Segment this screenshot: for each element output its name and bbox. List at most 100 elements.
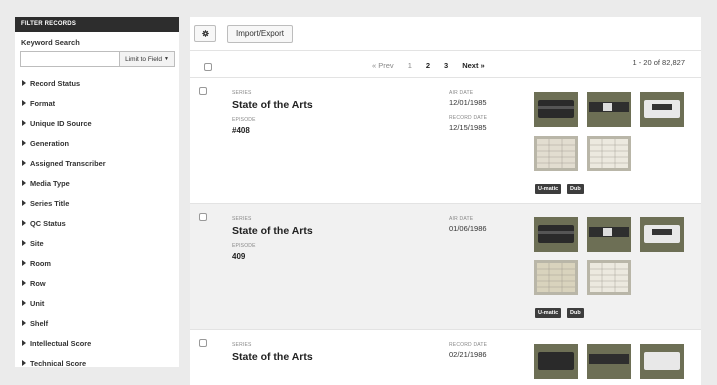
facet-format[interactable]: Format: [15, 93, 179, 113]
expand-triangle-icon: [22, 260, 26, 266]
format-tag[interactable]: U-matic: [535, 184, 562, 194]
series-title[interactable]: State of the Arts: [232, 225, 313, 237]
record-date-value: 02/21/1986: [449, 350, 487, 359]
facet-qc-status[interactable]: QC Status: [15, 213, 179, 233]
facet-list: Record Status Format Unique ID Source Ge…: [15, 73, 179, 367]
facet-label: Unit: [30, 298, 45, 308]
filter-header: FILTER RECORDS: [15, 17, 179, 32]
record-dates: AIR DATE 01/06/1986: [449, 216, 487, 233]
series-title[interactable]: State of the Arts: [232, 99, 313, 111]
record-row[interactable]: SERIES State of the Arts EPISODE #408 AI…: [190, 78, 701, 204]
pagination: « Prev 1 2 3 Next »: [372, 61, 499, 70]
thumbnail-image[interactable]: [534, 136, 578, 171]
facet-label: Technical Score: [30, 358, 87, 368]
facet-media-type[interactable]: Media Type: [15, 173, 179, 193]
facet-label: Row: [30, 278, 46, 288]
facet-generation[interactable]: Generation: [15, 133, 179, 153]
thumbnail-image[interactable]: [587, 217, 631, 252]
record-checkbox[interactable]: [199, 87, 207, 95]
air-date-value: 01/06/1986: [449, 224, 487, 233]
air-date-value: 12/01/1985: [449, 98, 487, 107]
facet-site[interactable]: Site: [15, 233, 179, 253]
thumbnail-image[interactable]: [640, 344, 684, 379]
facet-record-status[interactable]: Record Status: [15, 73, 179, 93]
episode-caption: EPISODE: [232, 117, 256, 123]
record-row[interactable]: SERIES State of the Arts EPISODE 409 AIR…: [190, 204, 701, 330]
gear-icon: [201, 30, 209, 37]
limit-to-field-label: Limit to Field: [125, 55, 162, 63]
thumbnail-image[interactable]: [640, 217, 684, 252]
facet-assigned-transcriber[interactable]: Assigned Transcriber: [15, 153, 179, 173]
expand-triangle-icon: [22, 140, 26, 146]
settings-button[interactable]: [194, 25, 216, 42]
expand-triangle-icon: [22, 320, 26, 326]
facet-label: Unique ID Source: [30, 118, 92, 128]
expand-triangle-icon: [22, 340, 26, 346]
facet-unit[interactable]: Unit: [15, 293, 179, 313]
series-caption: SERIES: [232, 216, 252, 222]
record-dates: AIR DATE 12/01/1985 RECORD DATE 12/15/19…: [449, 90, 487, 132]
facet-unique-id-source[interactable]: Unique ID Source: [15, 113, 179, 133]
thumbnail-image[interactable]: [587, 260, 631, 295]
facet-row[interactable]: Row: [15, 273, 179, 293]
select-all-checkbox[interactable]: [204, 63, 212, 71]
thumbnail-image[interactable]: [640, 92, 684, 127]
records-panel: Import/Export « Prev 1 2 3 Next » 1 - 20…: [190, 17, 701, 385]
record-row[interactable]: SERIES State of the Arts RECORD DATE 02/…: [190, 330, 701, 385]
result-count: 1 - 20 of 82,827: [632, 58, 685, 67]
facet-label: Assigned Transcriber: [30, 158, 106, 168]
episode-value: 409: [232, 252, 246, 261]
page-link-3[interactable]: 3: [444, 61, 448, 70]
thumbnail-image[interactable]: [534, 260, 578, 295]
expand-triangle-icon: [22, 240, 26, 246]
series-title[interactable]: State of the Arts: [232, 351, 313, 363]
expand-triangle-icon: [22, 280, 26, 286]
thumbnail-image[interactable]: [534, 92, 578, 127]
caret-down-icon: ▼: [163, 56, 169, 62]
facet-label: Format: [30, 98, 56, 108]
series-caption: SERIES: [232, 342, 252, 348]
page-link-2[interactable]: 2: [426, 61, 430, 70]
keyword-search-row: Limit to Field ▼: [20, 51, 175, 67]
facet-label: Site: [30, 238, 44, 248]
page-link-1[interactable]: 1: [408, 61, 412, 70]
thumbnail-image[interactable]: [534, 217, 578, 252]
facet-technical-score[interactable]: Technical Score: [15, 353, 179, 367]
limit-to-field-dropdown[interactable]: Limit to Field ▼: [119, 51, 175, 67]
record-date-value: 12/15/1985: [449, 123, 487, 132]
expand-triangle-icon: [22, 200, 26, 206]
expand-triangle-icon: [22, 300, 26, 306]
facet-label: Room: [30, 258, 51, 268]
expand-triangle-icon: [22, 360, 26, 366]
format-tag[interactable]: U-matic: [535, 308, 562, 318]
thumbnail-image[interactable]: [587, 344, 631, 379]
expand-triangle-icon: [22, 160, 26, 166]
keyword-search-input[interactable]: [20, 51, 119, 67]
facet-series-title[interactable]: Series Title: [15, 193, 179, 213]
thumbnail-image[interactable]: [587, 136, 631, 171]
facet-label: Record Status: [30, 78, 81, 88]
next-page-link[interactable]: Next »: [462, 61, 485, 70]
list-header: « Prev 1 2 3 Next » 1 - 20 of 82,827: [190, 50, 701, 78]
prev-page-link[interactable]: « Prev: [372, 61, 394, 70]
generation-tag[interactable]: Dub: [567, 308, 584, 318]
thumbnail-image[interactable]: [534, 344, 578, 379]
record-meta: SERIES State of the Arts: [232, 342, 313, 363]
record-date-caption: RECORD DATE: [449, 342, 488, 348]
record-date-caption: RECORD DATE: [449, 115, 488, 121]
expand-triangle-icon: [22, 220, 26, 226]
facet-label: Series Title: [30, 198, 70, 208]
expand-triangle-icon: [22, 180, 26, 186]
episode-value: #408: [232, 126, 250, 135]
record-checkbox[interactable]: [199, 213, 207, 221]
expand-triangle-icon: [22, 80, 26, 86]
facet-label: QC Status: [30, 218, 66, 228]
facet-shelf[interactable]: Shelf: [15, 313, 179, 333]
facet-room[interactable]: Room: [15, 253, 179, 273]
facet-intellectual-score[interactable]: Intellectual Score: [15, 333, 179, 353]
record-checkbox[interactable]: [199, 339, 207, 347]
facet-label: Shelf: [30, 318, 49, 328]
generation-tag[interactable]: Dub: [567, 184, 584, 194]
import-export-button[interactable]: Import/Export: [227, 24, 294, 43]
thumbnail-image[interactable]: [587, 92, 631, 127]
